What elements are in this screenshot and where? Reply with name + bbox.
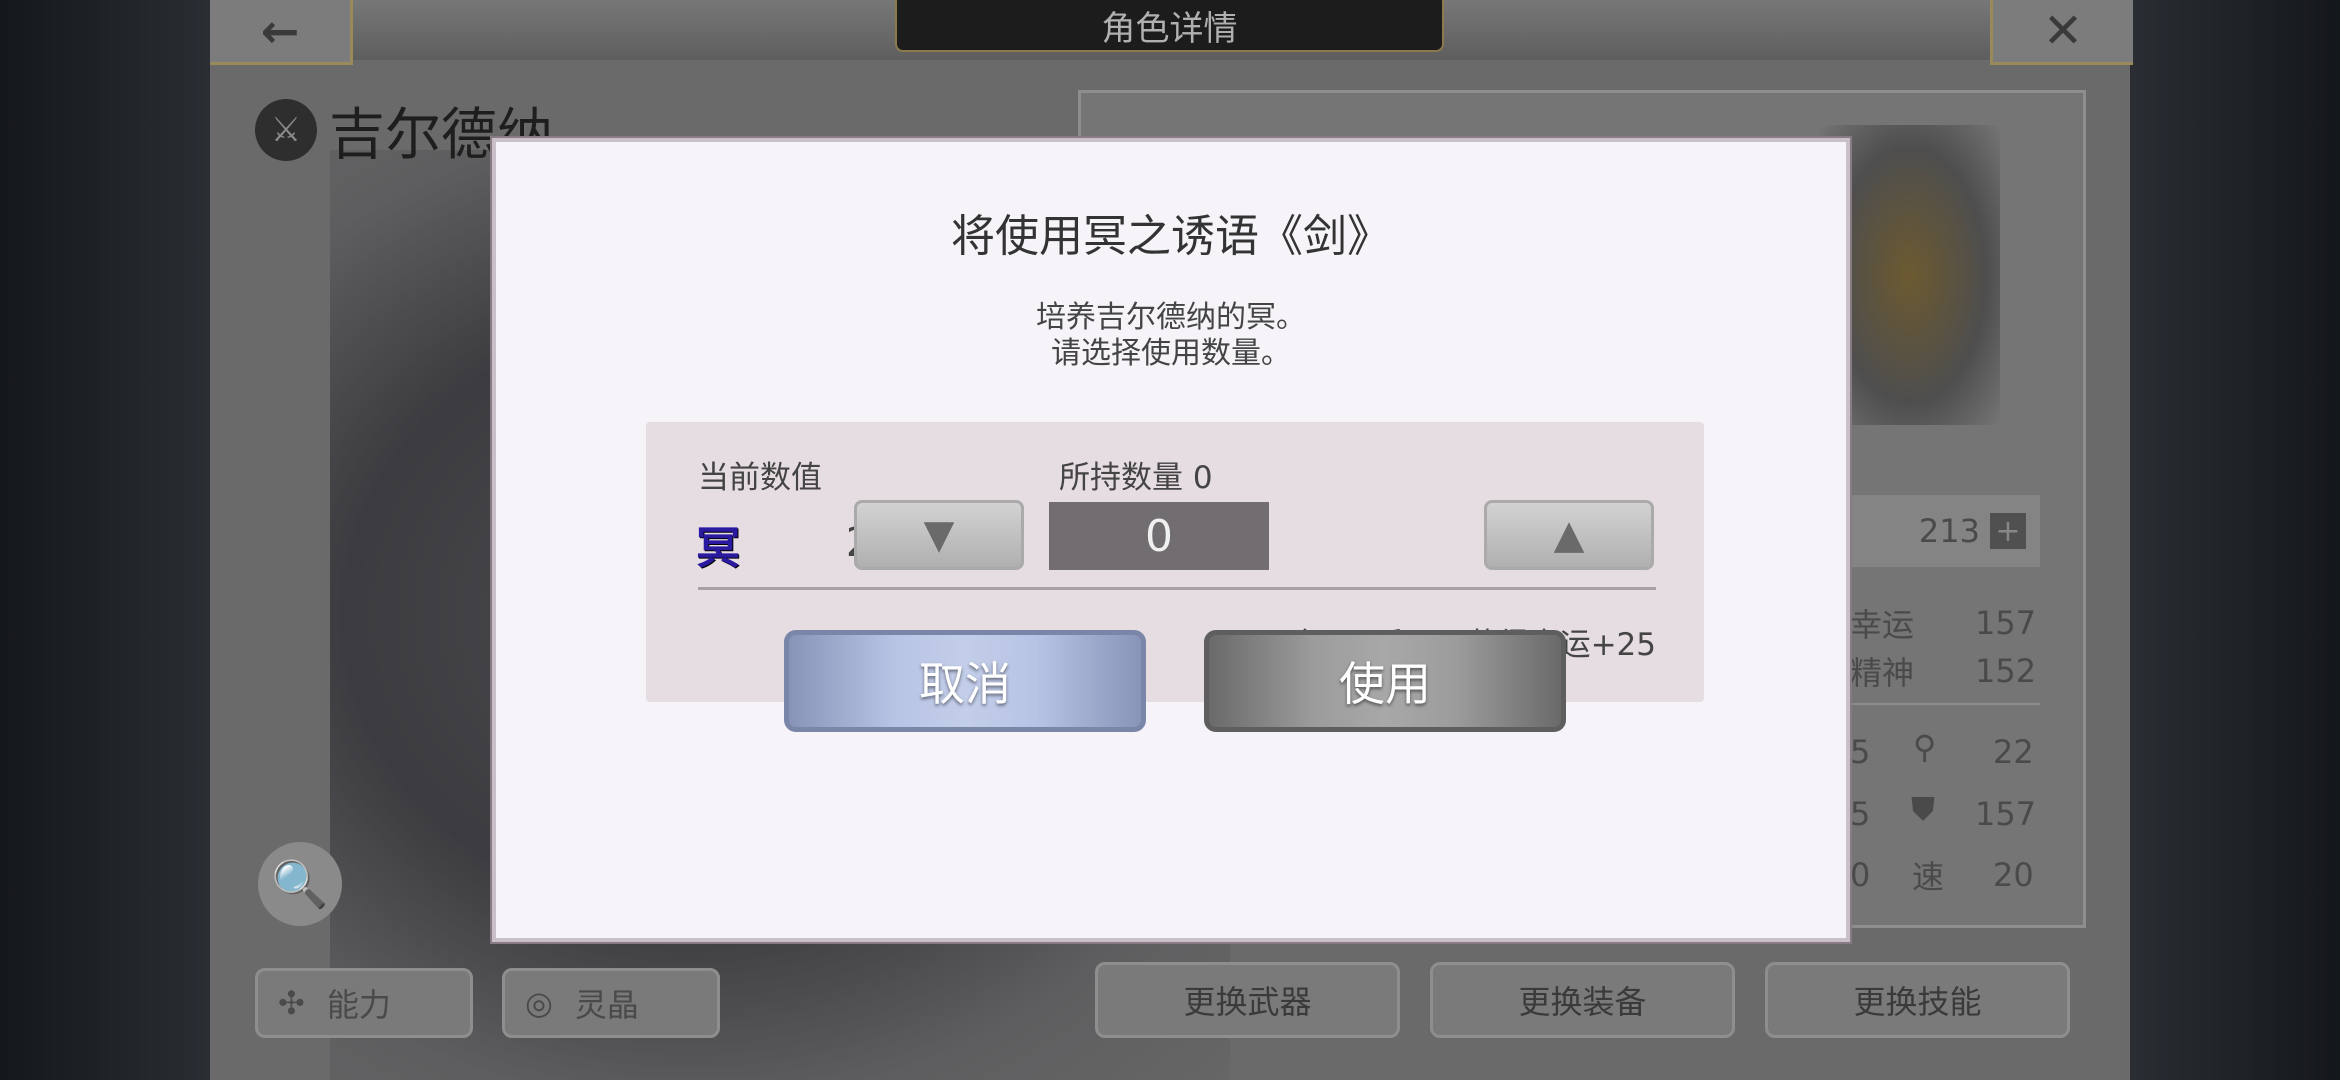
luck-value: 157 xyxy=(1975,604,2037,642)
tab-spirit-crystal[interactable]: ◎ 灵晶 xyxy=(502,968,720,1038)
tab-ability[interactable]: ✣ 能力 xyxy=(255,968,473,1038)
spirit-value: 152 xyxy=(1975,652,2037,690)
owned-count-label: 所持数量 0 xyxy=(1059,460,1213,496)
spirit-label: 精神 xyxy=(1850,654,1915,692)
cancel-button[interactable]: 取消 xyxy=(784,630,1146,732)
sword-icon: ⚔ xyxy=(255,99,317,161)
increase-button[interactable]: ▲ xyxy=(1484,500,1654,570)
back-button[interactable]: ← xyxy=(210,0,353,65)
stat-row2-right: 157 xyxy=(1975,795,2037,833)
stat-row3-right: 20 xyxy=(1993,856,2034,894)
use-item-dialog: 将使用冥之诱语《剑》 培养吉尔德纳的冥。 请选择使用数量。 当前数值 所持数量 … xyxy=(492,138,1850,942)
ability-icon: ✣ xyxy=(278,984,305,1022)
dialog-description-line2: 请选择使用数量。 xyxy=(1051,336,1291,371)
stat-divider xyxy=(1850,703,2040,705)
change-weapon-button[interactable]: 更换武器 xyxy=(1095,962,1400,1038)
shield-icon: ⛊ xyxy=(1911,790,1936,828)
quantity-display: 0 xyxy=(1049,502,1269,570)
meido-stat-bar: 213 + xyxy=(1840,495,2040,567)
triangle-up-icon: ▲ xyxy=(1553,512,1585,558)
close-button[interactable]: ✕ xyxy=(1990,0,2133,65)
meido-stat-value: 213 xyxy=(1918,512,1980,550)
tab-spirit-crystal-label: 灵晶 xyxy=(574,986,639,1024)
crystal-icon: ◎ xyxy=(525,984,553,1022)
stat-row1-right: 22 xyxy=(1993,733,2034,771)
zoom-button[interactable]: 🔍 xyxy=(258,842,342,926)
stat-row2-left: 5 xyxy=(1850,795,1871,833)
add-meido-button[interactable]: + xyxy=(1990,513,2026,549)
change-skill-button[interactable]: 更换技能 xyxy=(1765,962,2070,1038)
luck-label: 幸运 xyxy=(1850,606,1915,644)
background-left-frame xyxy=(0,0,210,1080)
current-value-label: 当前数值 xyxy=(698,460,822,496)
stat-row3-left: 0 xyxy=(1850,856,1871,894)
quantity-divider xyxy=(698,587,1656,590)
decrease-button[interactable]: ▼ xyxy=(854,500,1024,570)
triangle-down-icon: ▼ xyxy=(923,512,955,558)
tab-ability-label: 能力 xyxy=(326,986,391,1024)
stat-row1-left: 5 xyxy=(1850,733,1871,771)
speed-label: 速 xyxy=(1912,858,1945,896)
back-arrow-icon: ← xyxy=(260,4,300,58)
background-right-frame xyxy=(2130,0,2340,1080)
magnifier-icon: 🔍 xyxy=(271,856,329,911)
use-button[interactable]: 使用 xyxy=(1204,630,1566,732)
close-icon: ✕ xyxy=(2042,3,2084,59)
dialog-title: 将使用冥之诱语《剑》 xyxy=(951,211,1391,262)
critical-icon: ⚲ xyxy=(1913,728,1937,766)
meido-icon: 冥 xyxy=(696,523,740,574)
page-title: 角色详情 xyxy=(895,0,1444,52)
change-equipment-button[interactable]: 更换装备 xyxy=(1430,962,1735,1038)
